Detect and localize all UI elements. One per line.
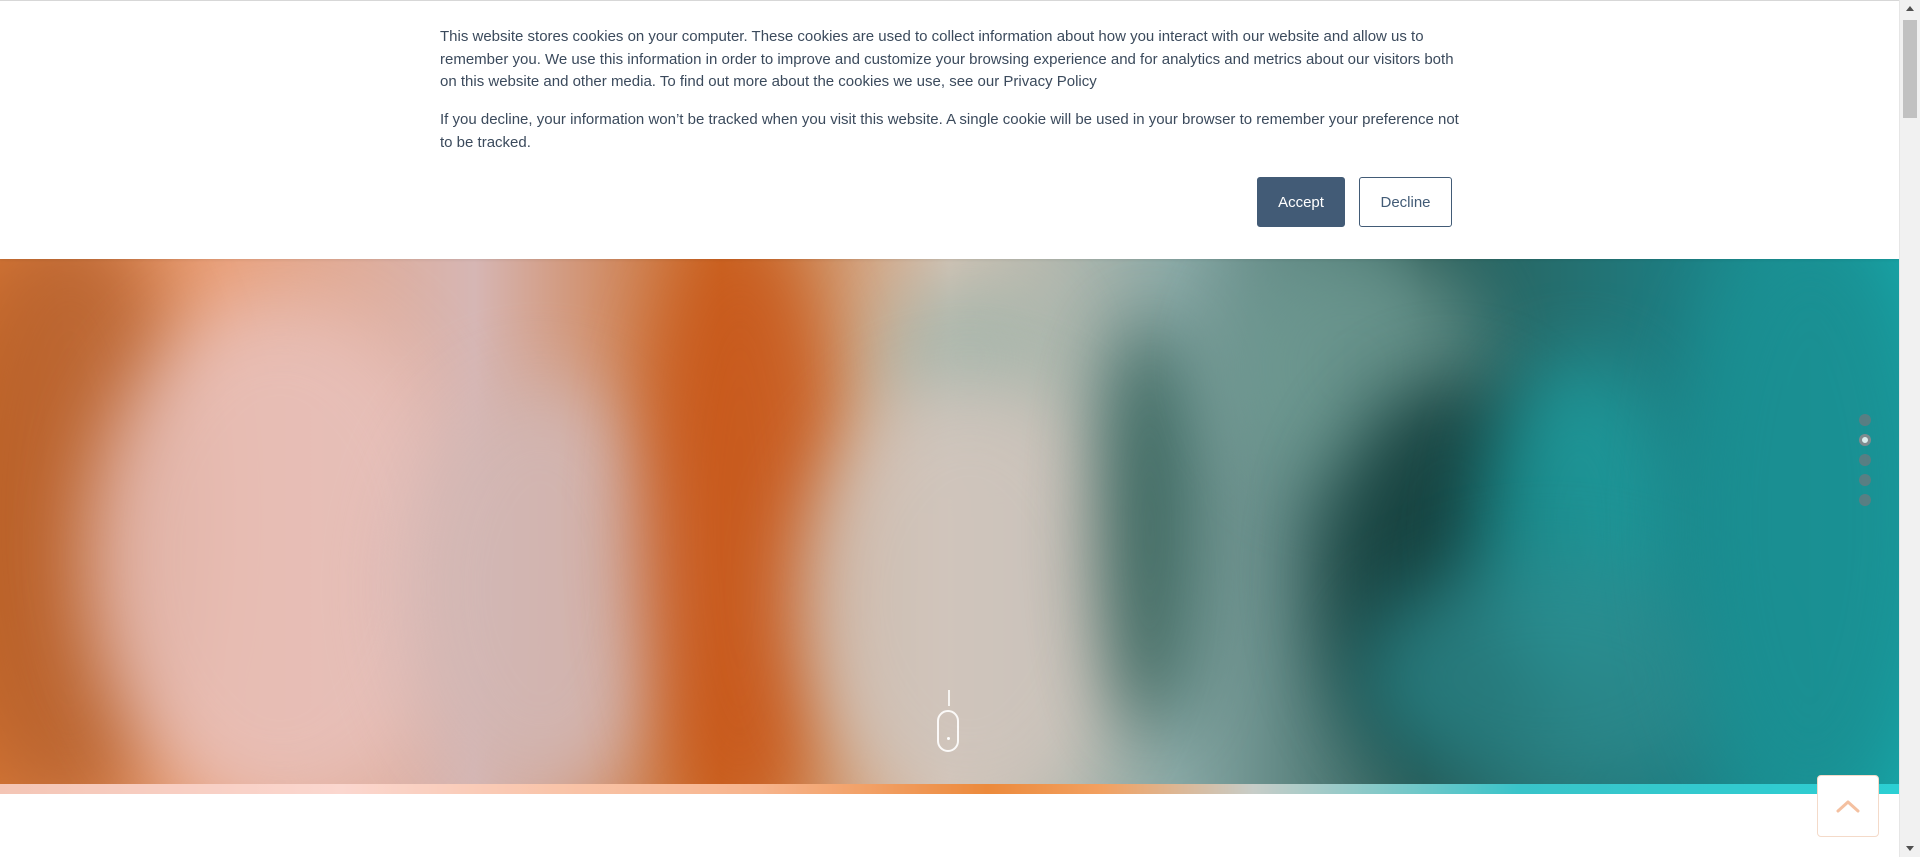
scroll-down-arrow[interactable] <box>1900 840 1920 857</box>
slide-dot-1[interactable] <box>1859 414 1871 426</box>
cookie-notice-text: This website stores cookies on your comp… <box>440 28 1454 90</box>
accept-button[interactable]: Accept <box>1257 177 1345 227</box>
mouse-wheel-dot <box>947 737 950 740</box>
decline-button[interactable]: Decline <box>1359 177 1452 227</box>
vertical-scrollbar[interactable] <box>1899 0 1920 857</box>
slide-dot-3[interactable] <box>1859 454 1871 466</box>
cookie-consent-banner: This website stores cookies on your comp… <box>0 0 1899 259</box>
chevron-up-icon <box>1836 800 1860 813</box>
hero-bottom-gradient-strip <box>0 784 1899 794</box>
triangle-up-icon <box>1906 6 1914 11</box>
slide-dot-2-active[interactable] <box>1859 434 1871 446</box>
scroll-up-arrow[interactable] <box>1900 0 1920 17</box>
back-to-top-button[interactable] <box>1817 775 1879 837</box>
slide-pagination <box>1859 414 1873 514</box>
scroll-indicator-line <box>948 690 950 706</box>
slide-dot-4[interactable] <box>1859 474 1871 486</box>
mouse-scroll-icon[interactable] <box>937 710 959 752</box>
triangle-down-icon <box>1906 846 1914 851</box>
slide-dot-5[interactable] <box>1859 494 1871 506</box>
page-viewport: This website stores cookies on your comp… <box>0 0 1899 857</box>
cookie-decline-notice-text: If you decline, your information won’t b… <box>440 111 1459 151</box>
scrollbar-thumb[interactable] <box>1903 20 1917 118</box>
